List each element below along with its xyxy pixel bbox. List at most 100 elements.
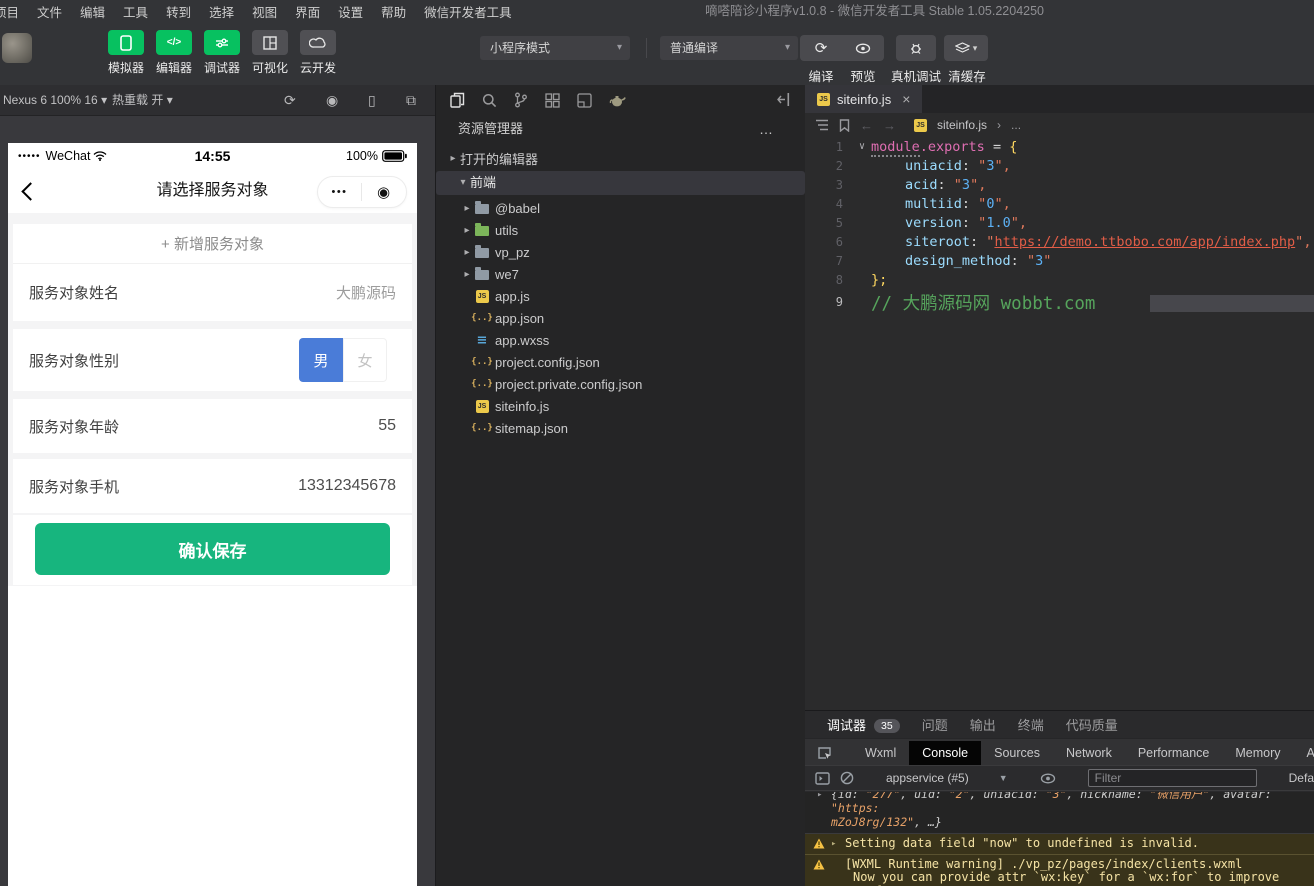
- tree-folder-utils[interactable]: ▸ utils: [436, 219, 805, 241]
- real-device-debug-button[interactable]: [896, 35, 936, 61]
- device-select[interactable]: Nexus 6 100% 16 ▾: [3, 85, 107, 115]
- open-editors-section[interactable]: ▸ 打开的编辑器: [436, 147, 805, 169]
- tab-console[interactable]: Console: [909, 741, 981, 765]
- expand-icon[interactable]: ▸: [817, 792, 822, 802]
- tree-file-app-json[interactable]: {..} app.json: [436, 307, 805, 329]
- menu-edit[interactable]: 编辑: [71, 2, 114, 21]
- menu-devtools[interactable]: 微信开发者工具: [415, 2, 521, 21]
- simulator-toggle-button[interactable]: 模拟器: [104, 30, 148, 76]
- preview-button[interactable]: [842, 35, 884, 61]
- teapot-icon[interactable]: [609, 94, 626, 107]
- collapse-sidebar-icon[interactable]: [777, 92, 793, 107]
- name-input[interactable]: 大鹏源码: [336, 264, 396, 321]
- device-frame-icon[interactable]: ▯: [368, 85, 376, 115]
- phone-input[interactable]: 13312345678: [298, 459, 396, 513]
- confirm-save-button[interactable]: 确认保存: [35, 523, 390, 575]
- eye-icon[interactable]: [1040, 773, 1056, 784]
- code-line: 7 design_method: "3": [805, 251, 1314, 270]
- tab-appdata[interactable]: AppData: [1294, 741, 1314, 765]
- tree-file-project-config[interactable]: {..} project.config.json: [436, 351, 805, 373]
- site-url-link[interactable]: https://demo.ttbobo.com/app/index.php: [994, 234, 1295, 250]
- close-icon[interactable]: ×: [902, 91, 910, 107]
- tree-file-app-js[interactable]: JS app.js: [436, 285, 805, 307]
- menu-select[interactable]: 选择: [200, 2, 243, 21]
- tab-sources[interactable]: Sources: [981, 741, 1053, 765]
- nav-back-icon[interactable]: ←: [860, 118, 873, 133]
- tab-memory[interactable]: Memory: [1222, 741, 1293, 765]
- menu-settings[interactable]: 设置: [329, 2, 372, 21]
- search-icon[interactable]: [482, 93, 497, 108]
- compile-mode-select[interactable]: 普通编译 ▾: [660, 36, 798, 60]
- outline-icon[interactable]: [815, 119, 829, 131]
- context-select[interactable]: appservice (#5)▼: [886, 771, 1008, 785]
- menu-tools[interactable]: 工具: [114, 2, 157, 21]
- editor-toggle-button[interactable]: </> 编辑器: [152, 30, 196, 76]
- log-levels-select[interactable]: Default levels: [1289, 771, 1314, 785]
- git-branch-icon[interactable]: [514, 92, 528, 108]
- tab-output[interactable]: 输出: [970, 715, 996, 734]
- nav-forward-icon[interactable]: →: [883, 118, 896, 133]
- clear-cache-button[interactable]: ▾: [944, 35, 988, 61]
- age-input[interactable]: 55: [378, 399, 396, 453]
- visualizer-toggle-button[interactable]: 可视化: [248, 30, 292, 76]
- console-output[interactable]: ▸ {id: "277", uid: "2", uniacid: "3", ni…: [805, 792, 1314, 886]
- filter-input[interactable]: [1088, 769, 1257, 787]
- mode-select[interactable]: 小程序模式 ▾: [480, 36, 630, 60]
- bookmark-icon[interactable]: [839, 119, 850, 132]
- gender-female-option[interactable]: 女: [343, 338, 387, 382]
- tree-file-sitemap-json[interactable]: {..} sitemap.json: [436, 417, 805, 439]
- cloud-dev-button[interactable]: 云开发: [296, 30, 340, 76]
- restart-icon[interactable]: ⟳: [284, 85, 296, 115]
- tab-problems[interactable]: 问题: [922, 715, 948, 734]
- tree-file-app-wxss[interactable]: ≡ app.wxss: [436, 329, 805, 351]
- hot-reload-toggle[interactable]: 热重载 开 ▾: [112, 85, 173, 115]
- console-warning-row[interactable]: [WXML Runtime warning] ./vp_pz/pages/ind…: [805, 855, 1314, 886]
- breadcrumb-file[interactable]: siteinfo.js: [937, 118, 987, 132]
- console-log-row[interactable]: ▸ {id: "277", uid: "2", uniacid: "3", ni…: [805, 792, 1314, 834]
- console-warning-row[interactable]: ▸ Setting data field "now" to undefined …: [805, 834, 1314, 855]
- name-field-row: 服务对象姓名 大鹏源码: [13, 263, 412, 321]
- tree-folder-vp-pz[interactable]: ▸ vp_pz: [436, 241, 805, 263]
- tree-file-project-private-config[interactable]: {..} project.private.config.json: [436, 373, 805, 395]
- expand-icon[interactable]: ▸: [831, 838, 836, 852]
- gender-male-option[interactable]: 男: [299, 338, 343, 382]
- menu-view[interactable]: 视图: [243, 2, 286, 21]
- menu-help[interactable]: 帮助: [372, 2, 415, 21]
- save-row: 确认保存: [13, 515, 412, 585]
- debugger-toggle-button[interactable]: 调试器: [200, 30, 244, 76]
- root-folder-row[interactable]: ▾ 前端: [436, 171, 805, 195]
- tab-code-quality[interactable]: 代码质量: [1066, 715, 1118, 734]
- editor-tab-siteinfo[interactable]: JS siteinfo.js ×: [805, 85, 922, 113]
- files-icon[interactable]: [450, 92, 465, 108]
- tree-folder-we7[interactable]: ▸ we7: [436, 263, 805, 285]
- record-icon[interactable]: ◉: [326, 85, 338, 115]
- multi-window-icon[interactable]: ⧉: [406, 85, 416, 115]
- menu-file[interactable]: 文件: [28, 2, 71, 21]
- add-service-target-button[interactable]: + 新增服务对象: [13, 224, 412, 263]
- menu-interface[interactable]: 界面: [286, 2, 329, 21]
- tree-file-siteinfo-js[interactable]: JS siteinfo.js: [436, 395, 805, 417]
- menu-goto[interactable]: 转到: [157, 2, 200, 21]
- editor-layout-icon[interactable]: [577, 93, 592, 108]
- more-actions-icon[interactable]: …: [759, 115, 775, 143]
- code-area[interactable]: 1∨ module.exports = { 2 uniacid: "3", 3 …: [805, 137, 1314, 315]
- inspect-icon[interactable]: [805, 746, 840, 760]
- tab-debugger[interactable]: 调试器35: [827, 715, 900, 734]
- fold-icon[interactable]: ∨: [853, 141, 871, 152]
- more-icon[interactable]: •••: [318, 186, 361, 198]
- exit-target-icon[interactable]: ◉: [362, 183, 405, 201]
- extensions-icon[interactable]: [545, 93, 560, 108]
- compile-button[interactable]: ⟳: [800, 35, 842, 61]
- tab-terminal[interactable]: 终端: [1018, 715, 1044, 734]
- dock-side-icon[interactable]: [815, 772, 830, 785]
- tree-folder-babel[interactable]: ▸ @babel: [436, 197, 805, 219]
- chevron-down-icon: ▾: [973, 43, 978, 54]
- clear-console-icon[interactable]: [840, 771, 854, 785]
- user-avatar[interactable]: [2, 33, 32, 63]
- tab-network[interactable]: Network: [1053, 741, 1125, 765]
- breadcrumb-more[interactable]: ...: [1011, 118, 1021, 132]
- debug-tab-bar: 调试器35 问题 输出 终端 代码质量: [805, 711, 1314, 738]
- tab-performance[interactable]: Performance: [1125, 741, 1223, 765]
- tab-wxml[interactable]: Wxml: [852, 741, 909, 765]
- menu-project[interactable]: 项目: [0, 2, 28, 21]
